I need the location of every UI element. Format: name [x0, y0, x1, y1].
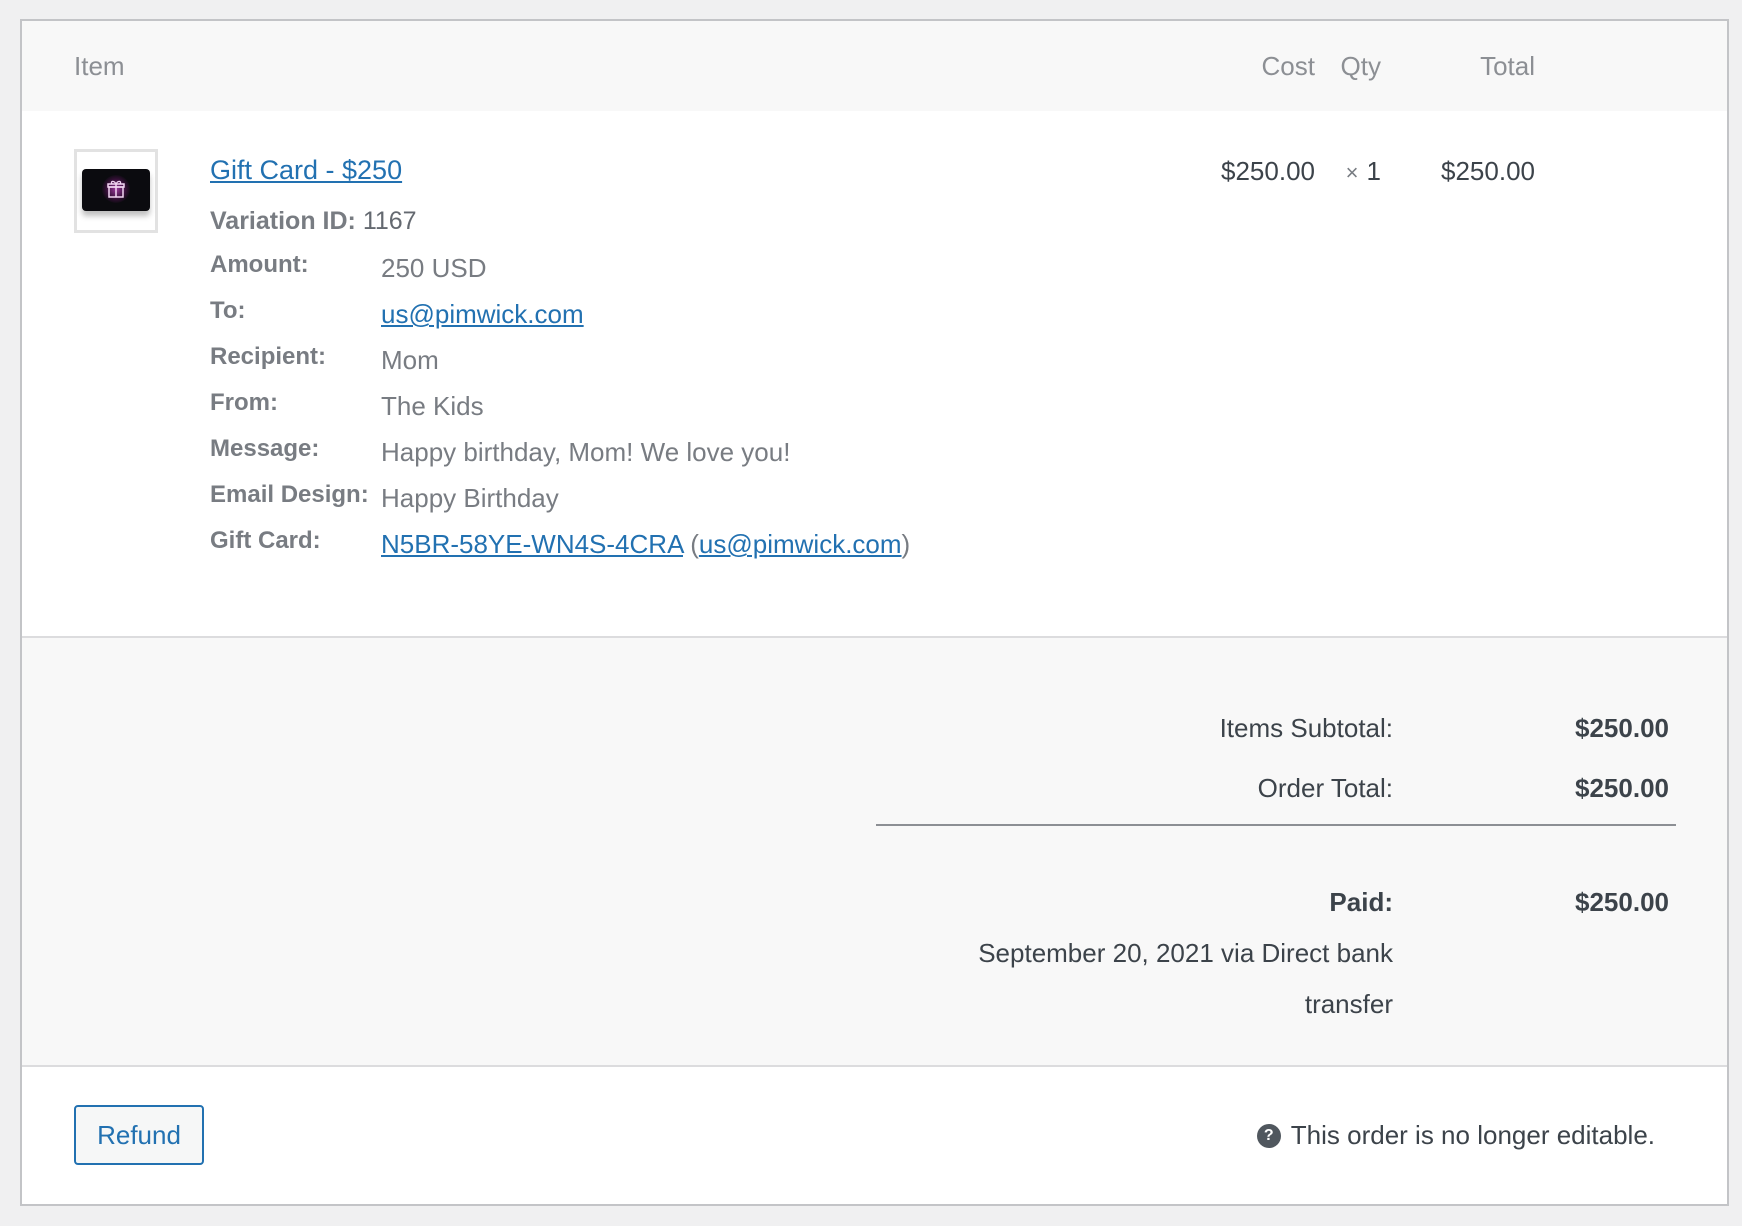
meta-label: Email Design:: [210, 481, 369, 508]
paid-value: $250.00: [1575, 887, 1669, 917]
order-items-panel: Item Cost Qty Total Gift Card - $250 Var…: [20, 19, 1729, 1206]
meta-label: Message:: [210, 435, 320, 462]
question-circle-icon[interactable]: ?: [1256, 1123, 1281, 1148]
order-totals: Items Subtotal: $250.00 Order Total: $25…: [22, 636, 1727, 1067]
table-header: Item Cost Qty Total: [22, 21, 1727, 111]
meta-value: N5BR-58YE-WN4S-4CRA (us@pimwick.com): [381, 529, 910, 560]
variation-value: 1167: [362, 207, 417, 235]
product-thumbnail[interactable]: [74, 149, 158, 233]
paid-label: Paid:: [1329, 887, 1393, 917]
meta-value: Mom: [381, 345, 439, 375]
header-item[interactable]: Item: [74, 51, 125, 82]
item-cost: $250.00: [1221, 156, 1315, 186]
not-editable-text: This order is no longer editable.: [1290, 1120, 1655, 1150]
header-cost[interactable]: Cost: [1262, 51, 1315, 82]
not-editable-notice: ? This order is no longer editable.: [1256, 1120, 1655, 1151]
header-total[interactable]: Total: [1480, 51, 1535, 82]
totals-divider: [876, 824, 1676, 826]
paren-close: ): [901, 529, 911, 559]
item-total: $250.00: [1441, 156, 1535, 186]
paren-open: (: [690, 529, 699, 559]
meta-label: From:: [210, 389, 278, 416]
meta-value: The Kids: [381, 391, 484, 421]
qty-value: 1: [1366, 156, 1381, 186]
variation-id: Variation ID: 1167: [210, 207, 417, 236]
meta-label: Recipient:: [210, 343, 327, 370]
order-total-value: $250.00: [1575, 773, 1669, 803]
header-qty[interactable]: Qty: [1341, 51, 1381, 82]
gift-card-code-link[interactable]: N5BR-58YE-WN4S-4CRA: [381, 529, 683, 559]
meta-label: Amount:: [210, 251, 309, 278]
gift-icon: [107, 180, 125, 198]
meta-value: Happy Birthday: [381, 483, 559, 513]
gift-card-image: [82, 169, 150, 211]
item-qty: × 1: [1346, 156, 1381, 187]
meta-label: To:: [210, 297, 246, 324]
variation-label: Variation ID:: [210, 207, 356, 235]
item-name-link[interactable]: Gift Card - $250: [210, 155, 402, 186]
items-subtotal-label: Items Subtotal:: [1219, 713, 1393, 743]
meta-value: Happy birthday, Mom! We love you!: [381, 437, 791, 467]
meta-value: 250 USD: [381, 253, 487, 283]
items-subtotal-value: $250.00: [1575, 713, 1669, 743]
refund-button[interactable]: Refund: [74, 1105, 204, 1165]
paid-note: September 20, 2021 via Direct bank trans…: [978, 938, 1393, 1019]
meta-label: Gift Card:: [210, 527, 321, 554]
gift-card-email-link[interactable]: us@pimwick.com: [699, 529, 902, 559]
order-total-label: Order Total:: [1257, 773, 1393, 803]
to-email-link[interactable]: us@pimwick.com: [381, 299, 584, 330]
qty-times-symbol: ×: [1345, 160, 1359, 185]
